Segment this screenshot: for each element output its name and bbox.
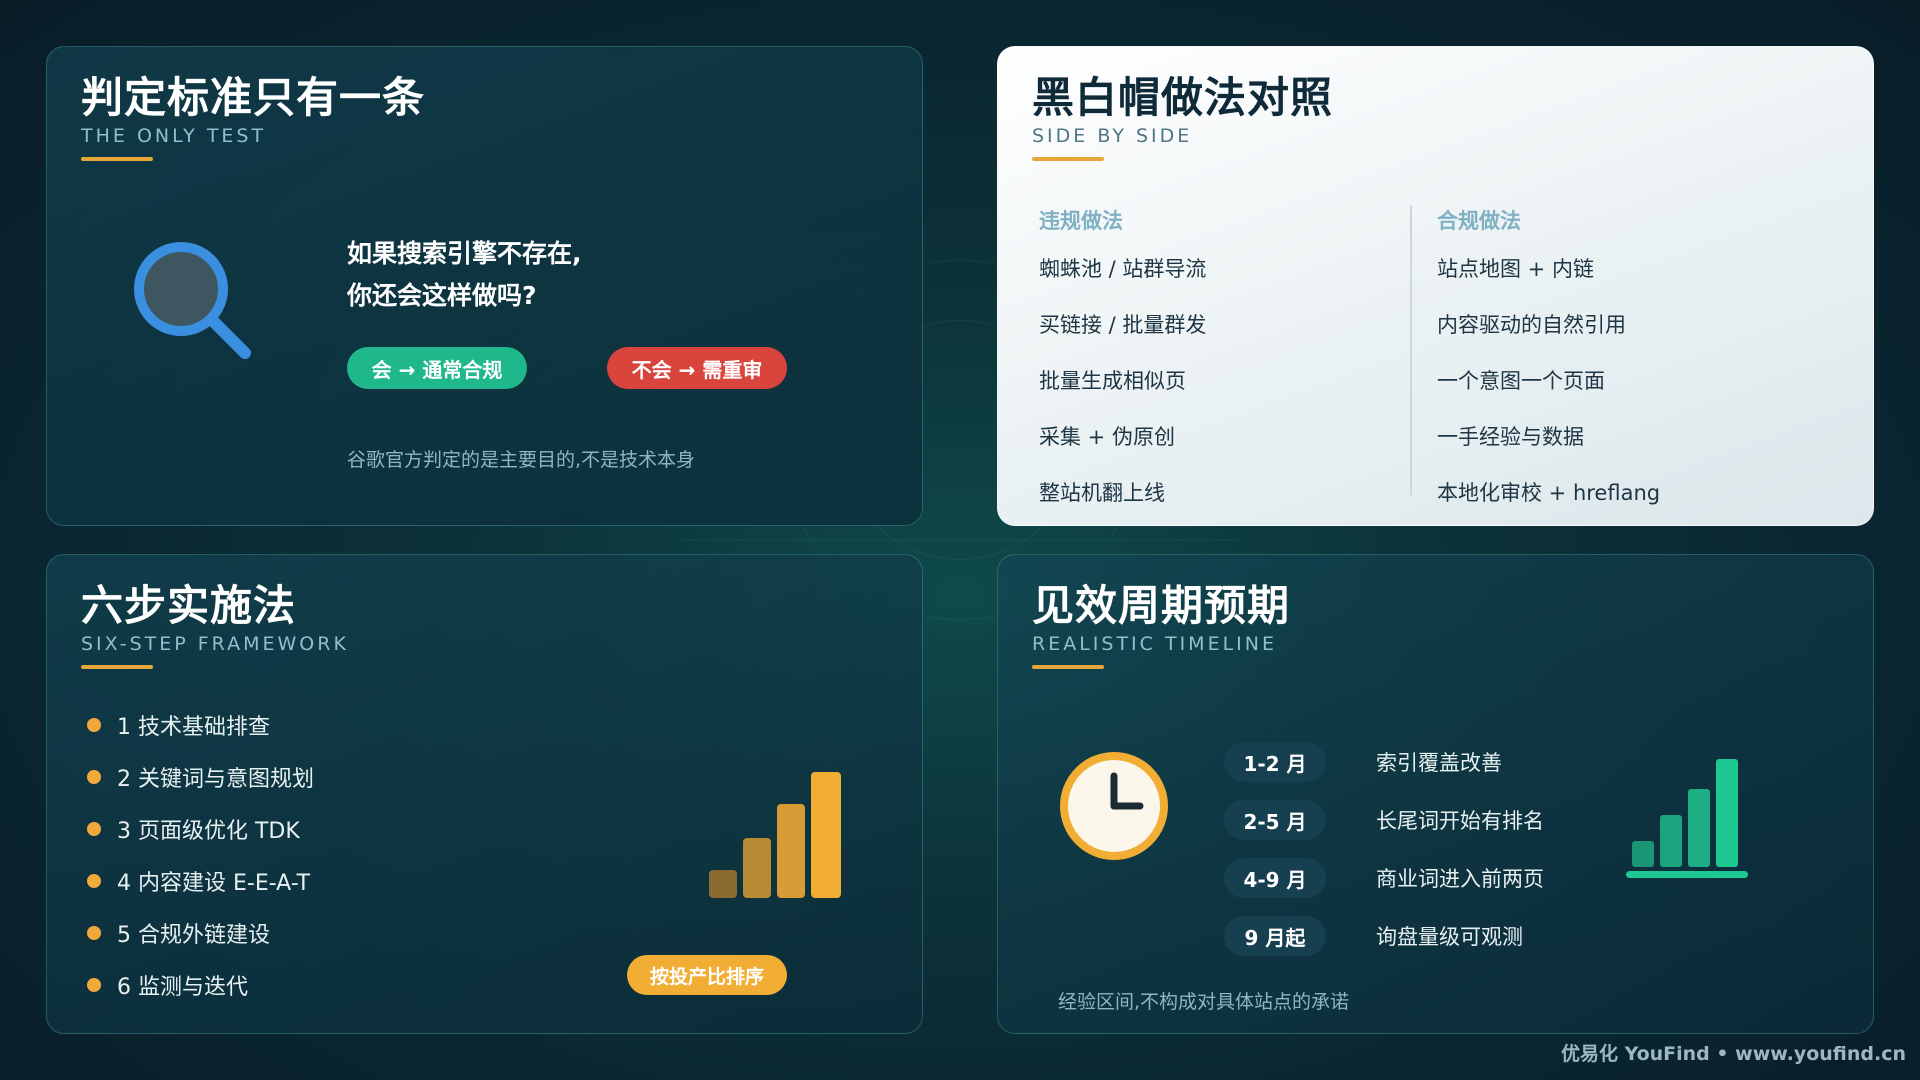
bullet-dot <box>87 874 101 888</box>
timeline-row: 4-9 月 商业词进入前两页 <box>1224 849 1544 907</box>
period-milestone: 询盘量级可观测 <box>1376 925 1523 949</box>
card-title: 判定标准只有一条 <box>81 73 426 122</box>
bullet-dot <box>87 822 101 836</box>
card-title: 六步实施法 <box>81 581 297 630</box>
step-item: 6 监测与迭代 <box>87 959 314 1011</box>
period-badge: 1-2 月 <box>1224 742 1326 782</box>
compliant-item: 一手经验与数据 <box>1437 425 1584 449</box>
step-label: 4 内容建设 E-E-A-T <box>117 871 311 896</box>
test-note: 谷歌官方判定的是主要目的,不是技术本身 <box>347 449 696 471</box>
clock-icon <box>1060 752 1168 860</box>
compliant-item: 内容驱动的自然引用 <box>1437 313 1626 337</box>
violation-item: 采集 + 伪原创 <box>1039 425 1175 449</box>
bullet-dot <box>87 926 101 940</box>
compliant-item: 本地化审校 + hreflang <box>1437 481 1661 505</box>
six-step-card: 六步实施法 SIX-STEP FRAMEWORK 1 技术基础排查 2 关键词与… <box>46 554 923 1034</box>
question-line-1: 如果搜索引擎不存在, <box>347 239 582 268</box>
step-item: 3 页面级优化 TDK <box>87 803 314 855</box>
period-milestone: 长尾词开始有排名 <box>1376 809 1544 833</box>
step-item: 1 技术基础排查 <box>87 699 314 751</box>
timeline-card: 见效周期预期 REALISTIC TIMELINE 1-2 月 索引覆盖改善 2… <box>997 554 1874 1034</box>
card-subtitle: SIDE BY SIDE <box>1032 125 1193 148</box>
background-line <box>680 540 1240 541</box>
only-test-card: 判定标准只有一条 THE ONLY TEST 如果搜索引擎不存在, 你还会这样做… <box>46 46 923 526</box>
card-subtitle: REALISTIC TIMELINE <box>1032 633 1277 656</box>
side-by-side-card: 黑白帽做法对照 SIDE BY SIDE 违规做法 蜘蛛池 / 站群导流 买链接… <box>997 46 1874 526</box>
title-underline <box>81 157 153 162</box>
step-label: 6 监测与迭代 <box>117 975 248 1000</box>
test-question: 如果搜索引擎不存在, 你还会这样做吗? <box>347 233 582 317</box>
violation-item: 批量生成相似页 <box>1039 369 1186 393</box>
step-item: 2 关键词与意图规划 <box>87 751 314 803</box>
title-underline <box>1032 157 1104 162</box>
brand-footer: 优易化 YouFind • www.youfind.cn <box>1560 1043 1906 1065</box>
period-badge: 9 月起 <box>1224 916 1326 956</box>
timeline-note: 经验区间,不构成对具体站点的承诺 <box>1058 991 1350 1013</box>
bullet-dot <box>87 978 101 992</box>
growth-chart-icon <box>1626 759 1748 878</box>
period-milestone: 商业词进入前两页 <box>1376 867 1544 891</box>
period-badge: 4-9 月 <box>1224 858 1326 898</box>
bar-chart-icon <box>709 772 841 898</box>
column-divider <box>1410 205 1412 495</box>
roi-sort-pill: 按投产比排序 <box>627 955 787 995</box>
column-header: 违规做法 <box>1039 209 1123 233</box>
compliant-pill: 会 → 通常合规 <box>347 347 527 389</box>
violation-column: 违规做法 蜘蛛池 / 站群导流 买链接 / 批量群发 批量生成相似页 采集 + … <box>1039 205 1206 537</box>
card-title: 黑白帽做法对照 <box>1032 73 1334 122</box>
step-label: 3 页面级优化 TDK <box>117 819 300 844</box>
period-badge: 2-5 月 <box>1224 800 1326 840</box>
step-label: 2 关键词与意图规划 <box>117 767 314 792</box>
bullet-dot <box>87 770 101 784</box>
step-item: 5 合规外链建设 <box>87 907 314 959</box>
timeline-row: 2-5 月 长尾词开始有排名 <box>1224 791 1544 849</box>
card-title: 见效周期预期 <box>1032 581 1291 630</box>
timeline-row: 1-2 月 索引覆盖改善 <box>1224 733 1544 791</box>
violation-item: 买链接 / 批量群发 <box>1039 313 1207 337</box>
compliant-item: 站点地图 + 内链 <box>1437 257 1594 281</box>
step-label: 5 合规外链建设 <box>117 923 270 948</box>
card-subtitle: THE ONLY TEST <box>81 125 267 148</box>
violation-item: 蜘蛛池 / 站群导流 <box>1039 257 1207 281</box>
violation-item: 整站机翻上线 <box>1039 481 1165 505</box>
title-underline <box>1032 665 1104 670</box>
card-subtitle: SIX-STEP FRAMEWORK <box>81 633 349 656</box>
compliant-column: 合规做法 站点地图 + 内链 内容驱动的自然引用 一个意图一个页面 一手经验与数… <box>1437 205 1660 537</box>
step-list: 1 技术基础排查 2 关键词与意图规划 3 页面级优化 TDK 4 内容建设 E… <box>87 699 314 1011</box>
timeline-row: 9 月起 询盘量级可观测 <box>1224 907 1544 965</box>
step-item: 4 内容建设 E-E-A-T <box>87 855 314 907</box>
title-underline <box>81 665 153 670</box>
compliant-item: 一个意图一个页面 <box>1437 369 1605 393</box>
question-line-2: 你还会这样做吗? <box>347 281 537 310</box>
timeline-list: 1-2 月 索引覆盖改善 2-5 月 长尾词开始有排名 4-9 月 商业词进入前… <box>1224 733 1544 965</box>
review-pill: 不会 → 需重审 <box>607 347 787 389</box>
bullet-dot <box>87 718 101 732</box>
comparison-columns: 违规做法 蜘蛛池 / 站群导流 买链接 / 批量群发 批量生成相似页 采集 + … <box>1032 205 1839 525</box>
column-header: 合规做法 <box>1437 209 1521 233</box>
step-label: 1 技术基础排查 <box>117 715 270 740</box>
magnifier-icon <box>134 242 251 359</box>
period-milestone: 索引覆盖改善 <box>1376 751 1502 775</box>
